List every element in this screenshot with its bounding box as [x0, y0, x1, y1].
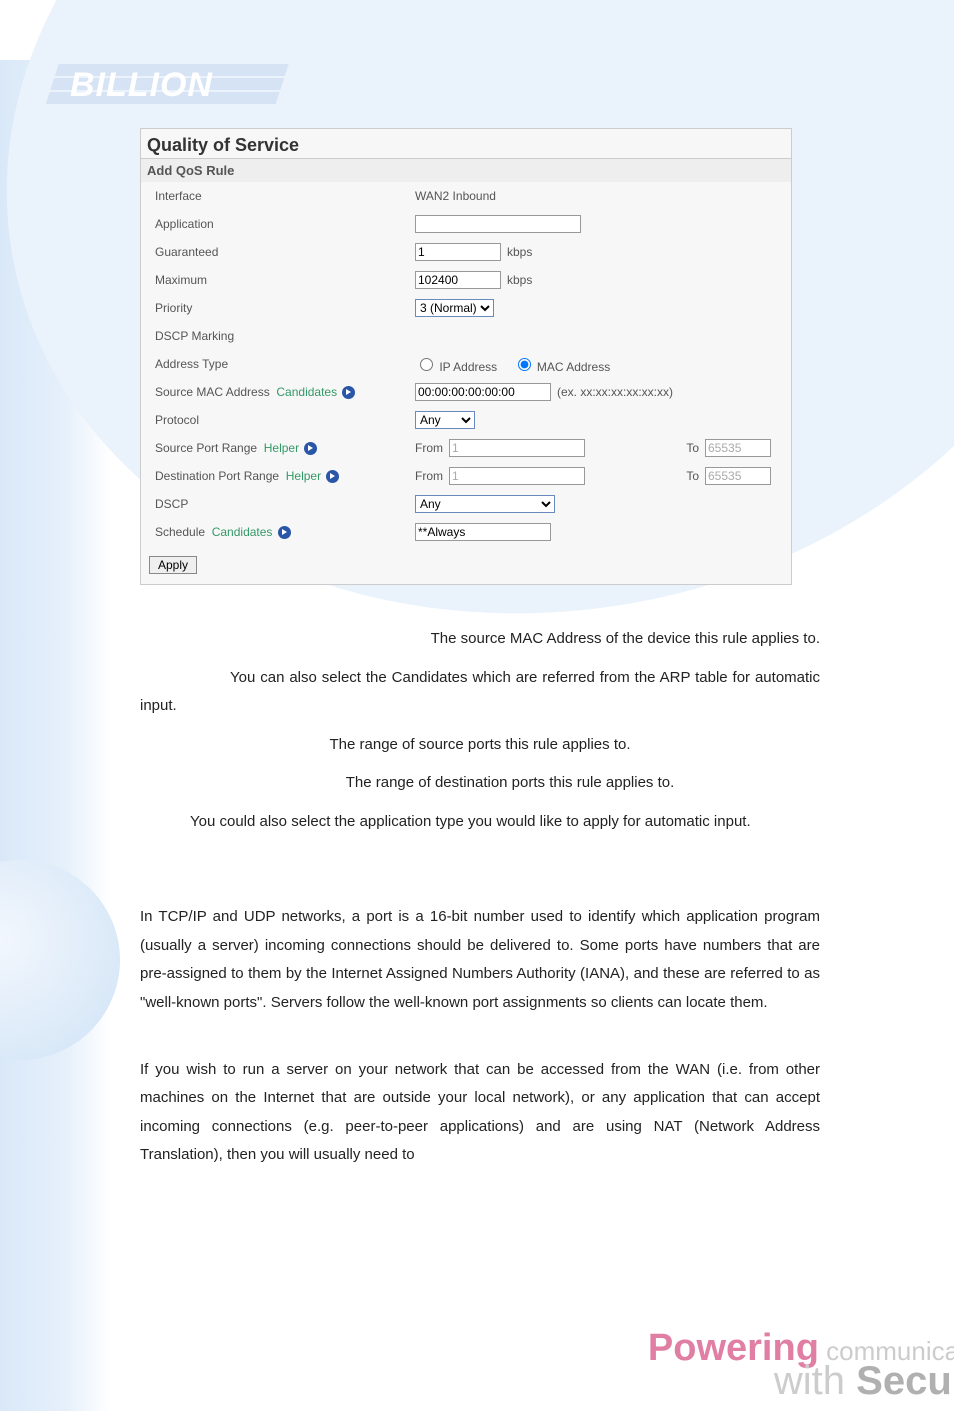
priority-select[interactable]: 3 (Normal) [415, 299, 494, 317]
source-mac-candidates-link[interactable]: Candidates [276, 385, 337, 399]
row-dscp: DSCP Any [141, 490, 791, 518]
dest-port-helper-link[interactable]: Helper [286, 469, 321, 483]
row-dest-port: Destination Port Range Helper From To [141, 462, 791, 490]
doc-p1: The source MAC Address of the device thi… [140, 625, 820, 654]
source-port-from-label: From [415, 441, 443, 455]
label-application: Application [141, 217, 415, 231]
row-source-port: Source Port Range Helper From To [141, 434, 791, 462]
doc-p7: If you wish to run a server on your netw… [140, 1056, 820, 1170]
label-address-type: Address Type [141, 357, 415, 371]
dest-port-from-label: From [415, 469, 443, 483]
source-port-from-input[interactable] [449, 439, 585, 457]
address-type-ip[interactable]: IP Address [415, 355, 497, 374]
doc-p4: The range of destination ports this rule… [140, 769, 820, 798]
source-port-helper-link[interactable]: Helper [264, 441, 299, 455]
doc-p6: In TCP/IP and UDP networks, a port is a … [140, 903, 820, 1017]
label-source-port: Source Port Range [155, 441, 257, 455]
row-priority: Priority 3 (Normal) [141, 294, 791, 322]
row-address-type: Address Type IP Address MAC Address [141, 350, 791, 378]
label-priority: Priority [141, 301, 415, 315]
radio-ip[interactable] [420, 358, 433, 371]
qos-panel: Quality of Service Add QoS Rule Interfac… [140, 128, 792, 585]
address-type-mac[interactable]: MAC Address [513, 355, 611, 374]
value-interface: WAN2 Inbound [415, 189, 791, 203]
source-port-to-input[interactable] [705, 439, 771, 457]
source-mac-hint: (ex. xx:xx:xx:xx:xx:xx) [557, 385, 673, 399]
label-guaranteed: Guaranteed [141, 245, 415, 259]
label-dest-port: Destination Port Range [155, 469, 279, 483]
footer-logo: Powering communications with Security [648, 1329, 954, 1401]
schedule-input[interactable] [415, 523, 551, 541]
apply-button[interactable]: Apply [149, 556, 197, 574]
brand-logo: BILLION [40, 60, 954, 108]
row-source-mac: Source MAC Address Candidates (ex. xx:xx… [141, 378, 791, 406]
arrow-right-icon[interactable] [304, 442, 317, 455]
label-protocol: Protocol [141, 413, 415, 427]
dscp-select[interactable]: Any [415, 495, 555, 513]
logo-text: BILLION [70, 66, 213, 104]
label-maximum: Maximum [141, 273, 415, 287]
row-interface: Interface WAN2 Inbound [141, 182, 791, 210]
doc-p3: The range of source ports this rule appl… [140, 731, 820, 760]
source-port-to-label: To [686, 441, 699, 455]
radio-mac-label: MAC Address [537, 360, 610, 374]
schedule-candidates-link[interactable]: Candidates [212, 525, 273, 539]
source-mac-input[interactable] [415, 383, 551, 401]
application-input[interactable] [415, 215, 581, 233]
arrow-right-icon[interactable] [278, 526, 291, 539]
label-schedule: Schedule [155, 525, 205, 539]
row-application: Application [141, 210, 791, 238]
arrow-right-icon[interactable] [326, 470, 339, 483]
maximum-input[interactable] [415, 271, 501, 289]
row-protocol: Protocol Any [141, 406, 791, 434]
row-maximum: Maximum kbps [141, 266, 791, 294]
doc-p2: You can also select the Candidates which… [140, 664, 820, 721]
guaranteed-unit: kbps [507, 245, 532, 259]
row-schedule: Schedule Candidates [141, 518, 791, 546]
doc-text: The source MAC Address of the device thi… [140, 625, 820, 1170]
row-guaranteed: Guaranteed kbps [141, 238, 791, 266]
maximum-unit: kbps [507, 273, 532, 287]
footer-security: Security [856, 1359, 954, 1403]
label-dscp-marking: DSCP Marking [141, 329, 415, 343]
dest-port-from-input[interactable] [449, 467, 585, 485]
dest-port-to-label: To [686, 469, 699, 483]
arrow-right-icon[interactable] [342, 386, 355, 399]
doc-p5: You could also select the application ty… [140, 808, 820, 837]
row-dscp-marking: DSCP Marking [141, 322, 791, 350]
footer-with: with [774, 1359, 856, 1403]
panel-title: Quality of Service [141, 129, 791, 159]
dest-port-to-input[interactable] [705, 467, 771, 485]
panel-subtitle: Add QoS Rule [141, 159, 791, 182]
radio-ip-label: IP Address [439, 360, 497, 374]
guaranteed-input[interactable] [415, 243, 501, 261]
label-source-mac: Source MAC Address [155, 385, 270, 399]
radio-mac[interactable] [518, 358, 531, 371]
protocol-select[interactable]: Any [415, 411, 475, 429]
label-interface: Interface [141, 189, 415, 203]
label-dscp: DSCP [141, 497, 415, 511]
